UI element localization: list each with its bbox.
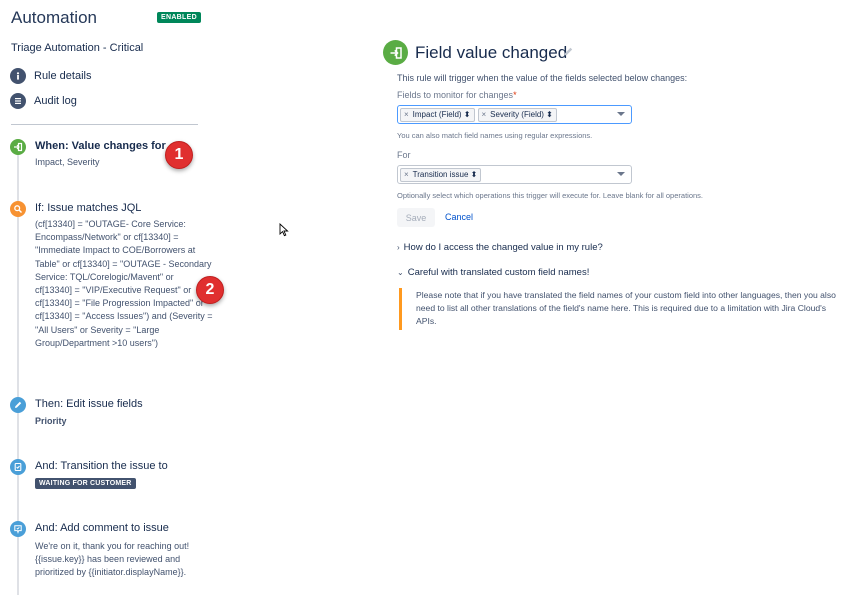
trigger-intro-text: This rule will trigger when the value of…	[397, 73, 688, 83]
remove-tag-icon[interactable]: ×	[404, 170, 409, 179]
audit-log-label: Audit log	[34, 95, 77, 107]
document-icon	[10, 459, 26, 475]
mouse-cursor-icon	[279, 223, 289, 237]
condition-step-jql: (cf[13340] = "OUTAGE- Core Service: Enco…	[35, 219, 213, 348]
chevron-down-icon[interactable]	[617, 112, 625, 116]
edit-fields-step[interactable]: Then: Edit issue fields Priority	[10, 397, 210, 429]
impact-field-tag[interactable]: × Impact (Field) ⬍	[400, 107, 475, 122]
enabled-status-badge[interactable]: ENABLED	[157, 12, 201, 23]
enter-arrow-icon	[383, 40, 408, 65]
severity-field-tag[interactable]: × Severity (Field) ⬍	[477, 107, 557, 122]
fields-to-monitor-select[interactable]: × Impact (Field) ⬍ × Severity (Field) ⬍	[397, 105, 632, 124]
transition-step[interactable]: And: Transition the issue to WAITING FOR…	[10, 459, 210, 491]
info-circle-icon	[10, 68, 26, 84]
for-label: For	[397, 150, 411, 160]
rule-name: Triage Automation - Critical	[11, 42, 144, 54]
remove-tag-icon[interactable]: ×	[482, 110, 487, 119]
condition-step-title: If: Issue matches JQL	[35, 202, 142, 214]
transition-issue-tag[interactable]: × Transition issue ⬍	[400, 167, 482, 182]
enter-arrow-icon	[10, 139, 26, 155]
transition-status-lozenge: WAITING FOR CUSTOMER	[35, 478, 136, 489]
translated-fields-warning: Please note that if you have translated …	[399, 288, 839, 330]
comment-step-body: We're on it, thank you for reaching out!…	[35, 541, 190, 578]
comment-step-title: And: Add comment to issue	[35, 522, 169, 534]
comment-icon	[10, 521, 26, 537]
chevron-down-icon: ⌄	[397, 268, 404, 277]
translated-fields-expander[interactable]: ⌄ Careful with translated custom field na…	[397, 267, 589, 278]
condition-step[interactable]: If: Issue matches JQL (cf[13340] = "OUTA…	[10, 201, 213, 366]
chevron-down-icon[interactable]	[617, 172, 625, 176]
edit-title-pencil-icon[interactable]	[563, 46, 574, 57]
fields-help-text: You can also match field names using reg…	[397, 131, 593, 140]
save-button[interactable]: Save	[397, 208, 435, 227]
faq-changed-value-expander[interactable]: › How do I access the changed value in my…	[397, 242, 603, 253]
callout-1: 1	[165, 141, 193, 169]
transition-step-title: And: Transition the issue to	[35, 460, 168, 472]
rule-details-label: Rule details	[34, 70, 92, 82]
remove-tag-icon[interactable]: ×	[404, 110, 409, 119]
app-title: Automation	[11, 8, 97, 27]
chevron-right-icon: ›	[397, 243, 400, 252]
rule-sidebar: Automation ENABLED Triage Automation - C…	[0, 0, 215, 595]
search-icon	[10, 201, 26, 217]
fields-to-monitor-label: Fields to monitor for changes*	[397, 90, 517, 100]
comment-step[interactable]: And: Add comment to issue We're on it, t…	[10, 521, 210, 583]
sidebar-divider	[11, 124, 198, 125]
rule-details-link[interactable]: Rule details	[10, 68, 91, 84]
edit-step-field: Priority	[35, 416, 67, 426]
for-help-text: Optionally select which operations this …	[397, 191, 703, 200]
trigger-step-title: When: Value changes for	[35, 140, 166, 152]
for-operations-select[interactable]: × Transition issue ⬍	[397, 165, 632, 184]
pencil-icon	[10, 397, 26, 413]
panel-title: Field value changed	[415, 43, 568, 62]
callout-2: 2	[196, 276, 224, 304]
cancel-button[interactable]: Cancel	[445, 212, 473, 222]
audit-log-link[interactable]: Audit log	[10, 93, 77, 109]
edit-step-title: Then: Edit issue fields	[35, 398, 143, 410]
list-icon	[10, 93, 26, 109]
